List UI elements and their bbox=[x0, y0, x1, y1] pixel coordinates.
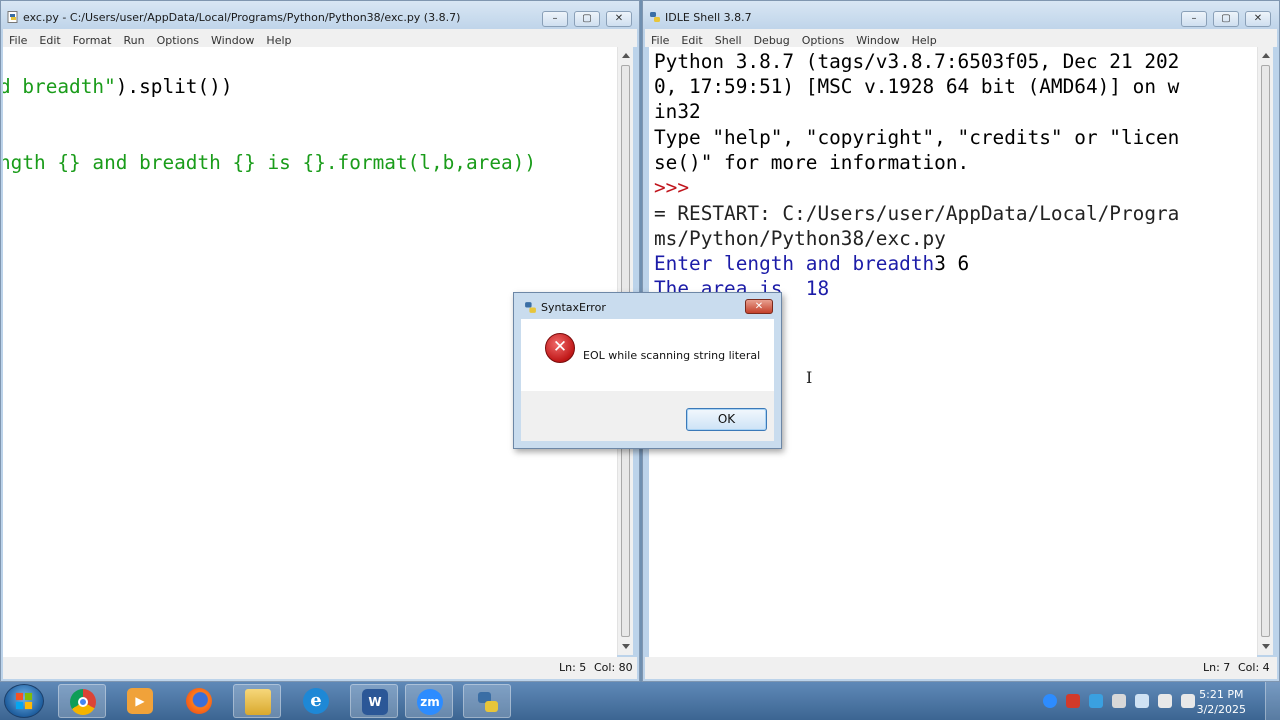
shell-input-line: Enter length and breadth3 6 bbox=[654, 251, 969, 276]
shell-line-4: Type "help", "copyright", "credits" or "… bbox=[654, 126, 1180, 149]
syntax-error-dialog: SyntaxError ✕ ✕ EOL while scanning strin… bbox=[513, 292, 782, 449]
shell-status-line: Ln: 7 bbox=[1203, 661, 1231, 674]
windows-logo-icon bbox=[15, 692, 33, 710]
file-explorer-icon bbox=[245, 689, 271, 715]
shell-title: IDLE Shell 3.8.7 bbox=[665, 11, 752, 24]
taskbar-clock[interactable]: 5:21 PM 3/2/2025 bbox=[1197, 687, 1246, 717]
usb-tray-icon[interactable] bbox=[1112, 694, 1126, 708]
scroll-up-icon[interactable] bbox=[1262, 53, 1270, 58]
editor-menu-options[interactable]: Options bbox=[151, 31, 205, 47]
start-button[interactable] bbox=[4, 684, 44, 718]
shell-menu-options[interactable]: Options bbox=[796, 31, 850, 47]
editor-status-line: Ln: 5 bbox=[559, 661, 587, 674]
shell-menu-debug[interactable]: Debug bbox=[748, 31, 796, 47]
python-logo-icon bbox=[525, 302, 536, 313]
code-line-1: d breadth").split()) bbox=[3, 74, 233, 99]
dialog-close-button[interactable]: ✕ bbox=[745, 299, 773, 314]
dialog-body: ✕ EOL while scanning string literal bbox=[521, 319, 774, 391]
shell-menu-window[interactable]: Window bbox=[850, 31, 905, 47]
shell-scroll-thumb[interactable] bbox=[1261, 65, 1270, 637]
shell-minimize-button[interactable]: – bbox=[1181, 11, 1207, 27]
shell-vertical-scrollbar[interactable] bbox=[1257, 47, 1273, 655]
word-icon: W bbox=[362, 689, 388, 715]
taskbar-zoom[interactable]: zm bbox=[405, 684, 453, 718]
antivirus-tray-icon[interactable] bbox=[1066, 694, 1080, 708]
shell-restart-line-1: = RESTART: C:/Users/user/AppData/Local/P… bbox=[654, 202, 1180, 225]
editor-minimize-button[interactable]: – bbox=[542, 11, 568, 27]
taskbar-firefox[interactable] bbox=[175, 684, 223, 718]
taskbar-internet-explorer[interactable]: e bbox=[292, 684, 340, 718]
editor-menu-help[interactable]: Help bbox=[260, 31, 297, 47]
zoom-icon: zm bbox=[417, 689, 443, 715]
python-logo-icon bbox=[650, 12, 660, 22]
action-center-tray-icon[interactable] bbox=[1181, 694, 1195, 708]
show-desktop-button[interactable] bbox=[1265, 682, 1280, 720]
media-player-icon: ▶ bbox=[127, 688, 153, 714]
taskbar-chrome[interactable] bbox=[58, 684, 106, 718]
code-line-2: ngth {} and breadth {} is {}.format(l,b,… bbox=[3, 151, 537, 174]
internet-explorer-icon: e bbox=[303, 688, 329, 714]
shell-close-button[interactable]: ✕ bbox=[1245, 11, 1271, 27]
text-cursor-icon: I bbox=[806, 368, 813, 387]
error-icon: ✕ bbox=[545, 333, 575, 363]
shell-input-prompt: Enter length and breadth bbox=[654, 252, 935, 275]
shell-line-1: Python 3.8.7 (tags/v3.8.7:6503f05, Dec 2… bbox=[654, 50, 1180, 73]
clock-date: 3/2/2025 bbox=[1196, 703, 1246, 716]
editor-statusbar: Ln: 5 Col: 80 bbox=[3, 657, 637, 679]
taskbar-python[interactable] bbox=[463, 684, 511, 718]
shell-prompt: >>> bbox=[654, 176, 690, 199]
wifi-tray-icon[interactable] bbox=[1135, 694, 1149, 708]
scroll-up-icon[interactable] bbox=[622, 53, 630, 58]
editor-menubar: File Edit Format Run Options Window Help bbox=[3, 29, 637, 47]
editor-maximize-button[interactable]: ▢ bbox=[574, 11, 600, 27]
python-file-icon bbox=[7, 11, 18, 23]
taskbar: ▶ e W zm 5:21 PM 3/2/2025 bbox=[0, 682, 1280, 720]
editor-menu-edit[interactable]: Edit bbox=[33, 31, 66, 47]
shell-menu-file[interactable]: File bbox=[645, 31, 675, 47]
editor-close-button[interactable]: ✕ bbox=[606, 11, 632, 27]
shell-menubar: File Edit Shell Debug Options Window Help bbox=[645, 29, 1277, 47]
taskbar-file-explorer[interactable] bbox=[233, 684, 281, 718]
editor-menu-window[interactable]: Window bbox=[205, 31, 260, 47]
code-string-part: d breadth" bbox=[3, 75, 116, 98]
clock-time: 5:21 PM bbox=[1199, 688, 1244, 701]
shell-line-2: 0, 17:59:51) [MSC v.1928 64 bit (AMD64)]… bbox=[654, 75, 1180, 98]
network-adapter-tray-icon[interactable] bbox=[1089, 694, 1103, 708]
dialog-message: EOL while scanning string literal bbox=[583, 349, 761, 362]
dialog-title: SyntaxError bbox=[541, 301, 606, 314]
volume-tray-icon[interactable] bbox=[1158, 694, 1172, 708]
shell-menu-shell[interactable]: Shell bbox=[709, 31, 748, 47]
shell-maximize-button[interactable]: ▢ bbox=[1213, 11, 1239, 27]
editor-menu-run[interactable]: Run bbox=[118, 31, 151, 47]
firefox-icon bbox=[186, 688, 212, 714]
editor-status-col: Col: 80 bbox=[594, 661, 633, 674]
shell-statusbar: Ln: 7 Col: 4 bbox=[645, 657, 1277, 679]
editor-title: exc.py - C:/Users/user/AppData/Local/Pro… bbox=[23, 11, 461, 24]
chrome-icon bbox=[70, 689, 96, 715]
editor-menu-file[interactable]: File bbox=[3, 31, 33, 47]
ok-button[interactable]: OK bbox=[686, 408, 767, 431]
shell-menu-help[interactable]: Help bbox=[906, 31, 943, 47]
scroll-down-icon[interactable] bbox=[1262, 644, 1270, 649]
zoom-tray-icon[interactable] bbox=[1043, 694, 1057, 708]
taskbar-word[interactable]: W bbox=[350, 684, 398, 718]
scroll-down-icon[interactable] bbox=[622, 644, 630, 649]
python-icon bbox=[478, 692, 498, 712]
shell-restart-line-2: ms/Python/Python38/exc.py bbox=[654, 227, 946, 250]
shell-user-input: 3 6 bbox=[934, 252, 970, 275]
shell-menu-edit[interactable]: Edit bbox=[675, 31, 708, 47]
code-call-part: ).split()) bbox=[115, 75, 233, 98]
shell-status-col: Col: 4 bbox=[1238, 661, 1270, 674]
taskbar-media-player[interactable]: ▶ bbox=[116, 684, 164, 718]
editor-menu-format[interactable]: Format bbox=[67, 31, 118, 47]
shell-line-5: se()" for more information. bbox=[654, 151, 970, 174]
shell-line-3: in32 bbox=[654, 100, 701, 123]
